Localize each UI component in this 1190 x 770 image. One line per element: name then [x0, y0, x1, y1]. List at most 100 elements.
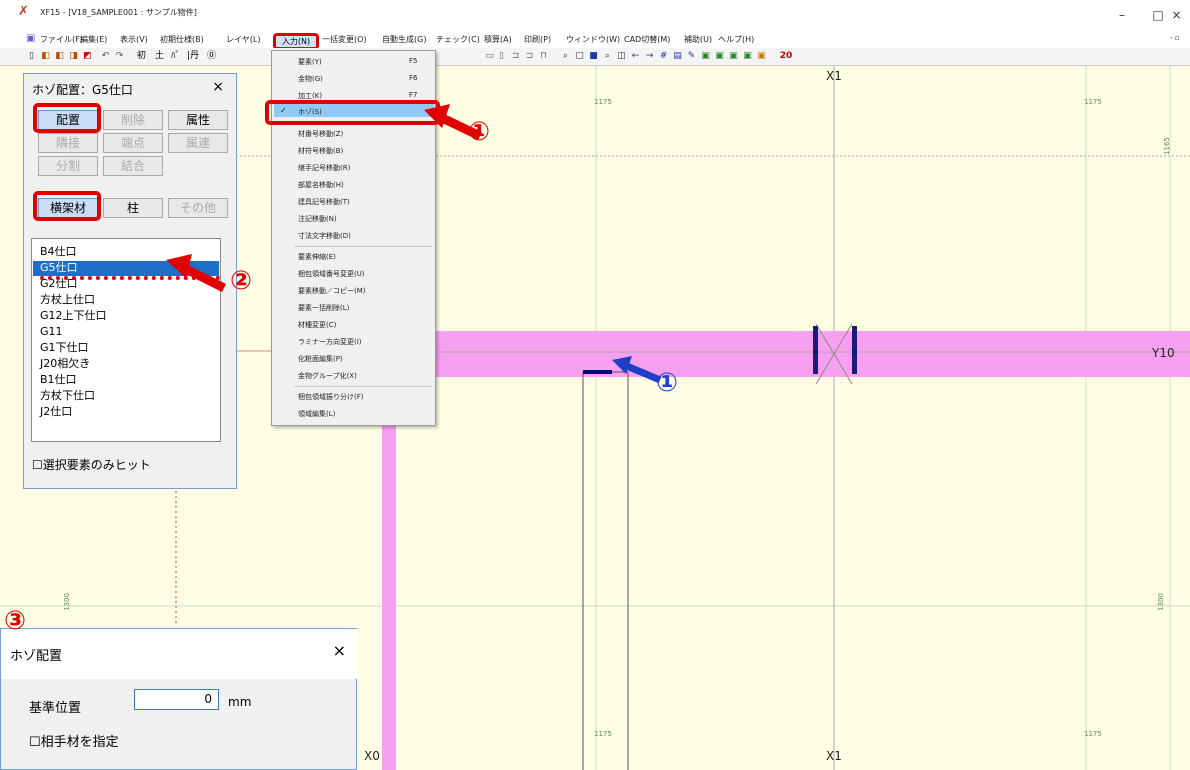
- undo-icon[interactable]: ↶: [100, 50, 111, 62]
- menu-cad-switch[interactable]: CAD切替(M): [624, 34, 670, 45]
- dd-item-17[interactable]: 化粧面編集(P): [298, 354, 343, 364]
- table-icon[interactable]: ▤: [672, 50, 683, 62]
- image-icon[interactable]: ▣: [700, 50, 711, 62]
- dd-item-8[interactable]: 建具記号移動(T): [298, 197, 350, 207]
- dd-hardware[interactable]: 金物(G): [298, 74, 323, 84]
- delete-button[interactable]: 削除: [103, 110, 163, 130]
- print-icon[interactable]: ◩: [82, 50, 93, 62]
- dd-item-6[interactable]: 継手記号移動(R): [298, 163, 350, 173]
- adjacent-button[interactable]: 隣接: [38, 133, 98, 153]
- endpoint-button[interactable]: 端点: [103, 133, 163, 153]
- open2-icon[interactable]: ◧: [54, 50, 65, 62]
- menu-auxiliary[interactable]: 補助(U): [684, 34, 712, 45]
- list-item[interactable]: G11: [40, 325, 63, 339]
- list-item-selected[interactable]: G5仕口: [40, 261, 78, 275]
- tab-other[interactable]: その他: [168, 198, 228, 218]
- close-button[interactable]: ×: [1163, 2, 1190, 28]
- dd-item-11[interactable]: 要素伸縮(E): [298, 252, 336, 262]
- dd-item-14[interactable]: 要素一括削除(L): [298, 303, 349, 313]
- zoom-icon[interactable]: ⌕: [560, 50, 571, 62]
- initial-button[interactable]: 初: [136, 50, 147, 62]
- open-icon[interactable]: ◧: [40, 50, 51, 62]
- number-20-button[interactable]: 20: [778, 50, 794, 62]
- dd-element[interactable]: 要素(Y): [298, 57, 322, 67]
- new-file-icon[interactable]: ▯: [26, 50, 37, 62]
- tool-b-icon[interactable]: ▯: [496, 50, 507, 62]
- list-item[interactable]: 方杖上仕口: [40, 293, 95, 307]
- tool-e-icon[interactable]: ⊓: [538, 50, 549, 62]
- window-icon[interactable]: ■: [588, 50, 599, 62]
- dd-hozo[interactable]: ホゾ(S): [298, 107, 322, 117]
- split-button[interactable]: 分割: [38, 156, 98, 176]
- zoom-prev-icon[interactable]: ◫: [616, 50, 627, 62]
- attr-link-button[interactable]: 属連: [168, 133, 228, 153]
- zero-button[interactable]: ⓪: [206, 50, 217, 62]
- menu-file[interactable]: ファイル(F): [40, 34, 83, 45]
- dd-item-20[interactable]: 領域編集(L): [298, 409, 335, 419]
- dd-item-19[interactable]: 梱包領域振り分け(F): [298, 392, 364, 402]
- arrow-right-icon[interactable]: →: [644, 50, 655, 62]
- menu-view[interactable]: 表示(V): [120, 34, 148, 45]
- menu-batch-change[interactable]: 一括変更(O): [322, 34, 367, 45]
- menu-auto-generate[interactable]: 自動生成(G): [382, 34, 426, 45]
- tool-a-icon[interactable]: ▭: [484, 50, 495, 62]
- dialog-close-button[interactable]: ×: [333, 641, 346, 660]
- dd-item-16[interactable]: ラミナー方向変更(I): [298, 337, 362, 347]
- menu-initial-spec[interactable]: 初期仕様(B): [160, 34, 204, 45]
- list-item[interactable]: G12上下仕口: [40, 309, 107, 323]
- dd-item-10[interactable]: 寸法文字移動(D): [298, 231, 351, 241]
- dd-item-5[interactable]: 材符号移動(B): [298, 146, 343, 156]
- frame-button[interactable]: |丹: [184, 50, 202, 62]
- dd-process[interactable]: 加工(K): [298, 91, 322, 101]
- menu-edit[interactable]: 編集(E): [80, 34, 107, 45]
- image5-icon[interactable]: ▣: [756, 50, 767, 62]
- place-button[interactable]: 配置: [38, 110, 98, 130]
- menu-check[interactable]: チェック(C): [436, 34, 480, 45]
- list-item[interactable]: B1仕口: [40, 373, 77, 387]
- tool-c-icon[interactable]: ⊐: [510, 50, 521, 62]
- tab-column[interactable]: 柱: [103, 198, 163, 218]
- tool-d-icon[interactable]: ⊐: [524, 50, 535, 62]
- dim-top-a: 1175: [594, 98, 612, 106]
- minimize-button[interactable]: –: [1102, 2, 1142, 28]
- menu-help[interactable]: ヘルプ(H): [718, 34, 754, 45]
- join-button[interactable]: 結合: [103, 156, 163, 176]
- dd-item-12[interactable]: 梱包領域番号変更(U): [298, 269, 365, 279]
- menu-estimate[interactable]: 積算(A): [484, 34, 512, 45]
- dd-item-9[interactable]: 注記移動(N): [298, 214, 337, 224]
- zoom-all-icon[interactable]: ▢: [574, 50, 585, 62]
- save-icon[interactable]: ◨: [68, 50, 79, 62]
- specify-partner-checkbox[interactable]: ☐相手材を指定: [29, 731, 119, 750]
- redo-icon[interactable]: ↷: [114, 50, 125, 62]
- list-item[interactable]: J20相欠き: [40, 357, 90, 371]
- image4-icon[interactable]: ▣: [742, 50, 753, 62]
- list-item[interactable]: B4仕口: [40, 245, 77, 259]
- panel-button[interactable]: ﾊﾟ: [170, 50, 181, 62]
- image3-icon[interactable]: ▣: [728, 50, 739, 62]
- mdi-controls[interactable]: - ▫: [1170, 34, 1180, 42]
- grid-icon[interactable]: #: [658, 50, 669, 62]
- selected-only-checkbox[interactable]: ☐選択要素のみヒット: [32, 456, 151, 473]
- dd-item-15[interactable]: 材種変更(C): [298, 320, 336, 330]
- panel-close-button[interactable]: ×: [212, 79, 224, 95]
- dd-item-18[interactable]: 金物グループ化(X): [298, 371, 357, 381]
- list-item[interactable]: 方杖下仕口: [40, 389, 95, 403]
- menu-window[interactable]: ウィンドウ(W): [566, 34, 620, 45]
- arrow-left-icon[interactable]: ←: [630, 50, 641, 62]
- menu-layer[interactable]: レイヤ(L): [226, 34, 260, 45]
- pen-icon[interactable]: ✎: [686, 50, 697, 62]
- dd-item-13[interactable]: 要素移動／コピー(M): [298, 286, 366, 296]
- foundation-button[interactable]: 土: [154, 50, 165, 62]
- selected-only-label: 選択要素のみヒット: [42, 458, 151, 472]
- zoom-out-icon[interactable]: ⌕: [602, 50, 613, 62]
- dd-item-4[interactable]: 材番号移動(Z): [298, 129, 343, 139]
- list-item[interactable]: J2仕口: [40, 405, 72, 419]
- dd-item-7[interactable]: 部屋名移動(H): [298, 180, 344, 190]
- ref-position-input[interactable]: 0: [134, 689, 219, 710]
- list-item[interactable]: G1下仕口: [40, 341, 89, 355]
- menu-print[interactable]: 印刷(P): [524, 34, 551, 45]
- image2-icon[interactable]: ▣: [714, 50, 725, 62]
- input-menu-dropdown: 要素(Y) F5 金物(G) F6 加工(K) F7 ✓ ホゾ(S) 材番号移動(Z)…: [271, 50, 436, 426]
- tab-horizontal-member[interactable]: 横架材: [38, 198, 98, 218]
- attribute-button[interactable]: 属性: [168, 110, 228, 130]
